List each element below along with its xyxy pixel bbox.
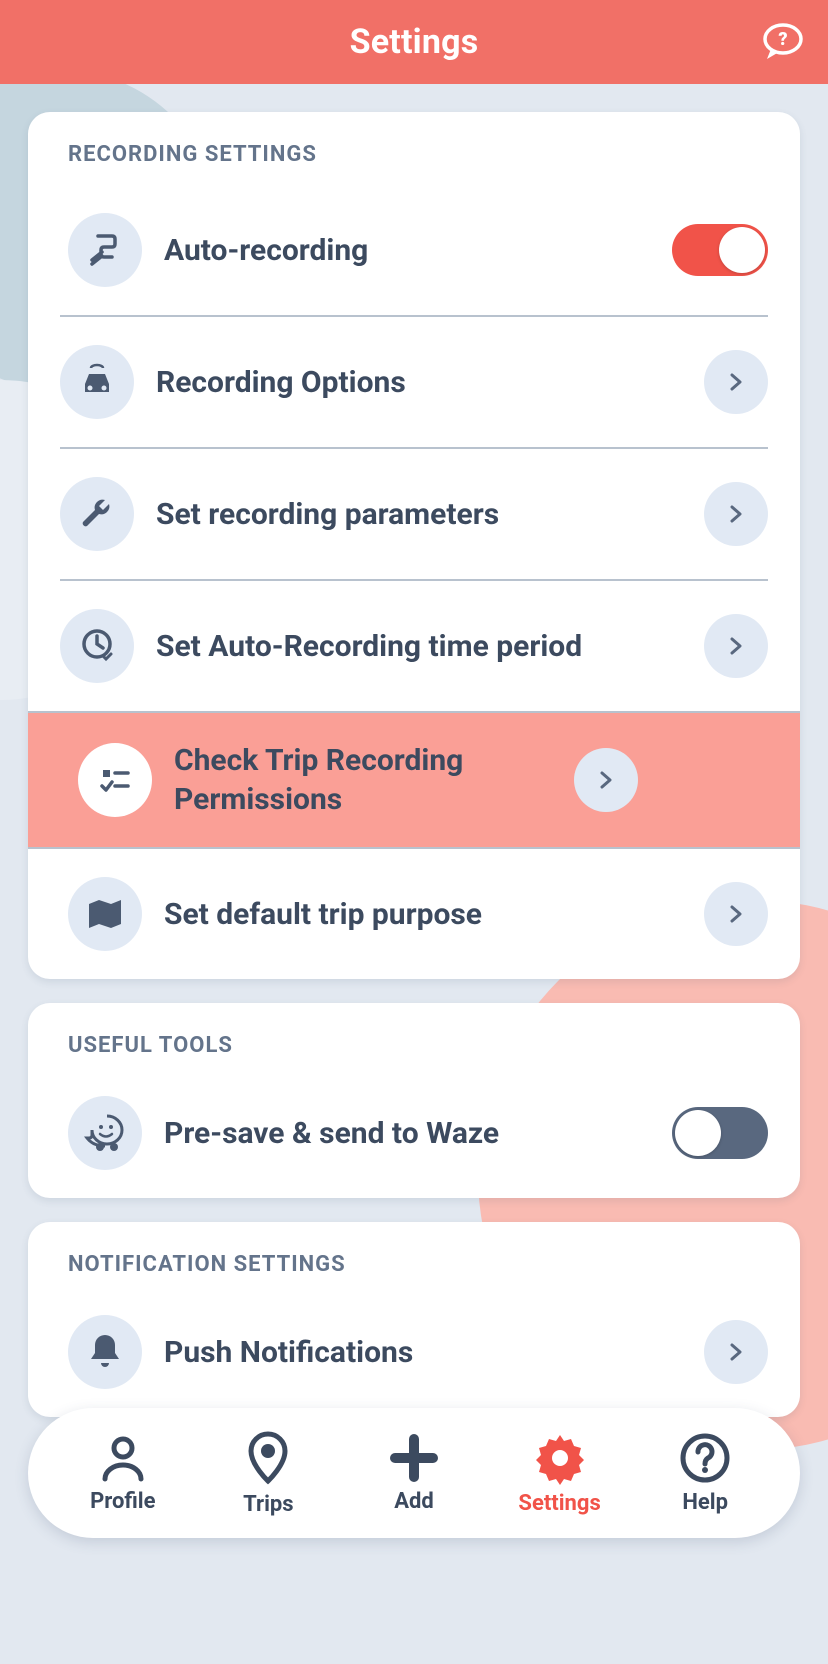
bottom-nav: Profile Trips Add Settings Help xyxy=(28,1408,800,1538)
nav-trips-label: Trips xyxy=(243,1492,293,1517)
auto-recording-row[interactable]: Auto-recording xyxy=(28,185,800,315)
auto-recording-label: Auto-recording xyxy=(164,231,672,270)
help-chat-button[interactable]: ? xyxy=(762,21,804,63)
section-title-recording: RECORDING SETTINGS xyxy=(28,112,800,185)
nav-settings-label: Settings xyxy=(518,1491,600,1516)
road-icon xyxy=(68,213,142,287)
app-header: Settings ? xyxy=(0,0,828,84)
presave-waze-toggle[interactable] xyxy=(672,1107,768,1159)
set-default-purpose-row[interactable]: Set default trip purpose xyxy=(28,847,800,979)
presave-waze-row[interactable]: Pre-save & send to Waze xyxy=(28,1068,800,1198)
nav-profile[interactable]: Profile xyxy=(63,1433,183,1514)
set-recording-params-row[interactable]: Set recording parameters xyxy=(60,447,768,579)
notification-settings-card: NOTIFICATION SETTINGS Push Notifications xyxy=(28,1222,800,1417)
page-title: Settings xyxy=(350,22,479,62)
auto-recording-toggle[interactable] xyxy=(672,224,768,276)
nav-settings[interactable]: Settings xyxy=(500,1431,620,1516)
chat-help-icon: ? xyxy=(763,23,803,61)
chevron-right-icon xyxy=(704,350,768,414)
car-icon xyxy=(60,345,134,419)
clock-check-icon xyxy=(60,609,134,683)
svg-text:?: ? xyxy=(778,29,787,50)
recording-options-label: Recording Options xyxy=(156,363,704,402)
recording-options-row[interactable]: Recording Options xyxy=(60,315,768,447)
chevron-right-icon xyxy=(574,748,638,812)
nav-trips[interactable]: Trips xyxy=(208,1430,328,1517)
presave-waze-label: Pre-save & send to Waze xyxy=(164,1114,672,1153)
chevron-right-icon xyxy=(704,882,768,946)
nav-add-label: Add xyxy=(394,1489,434,1514)
nav-help-label: Help xyxy=(682,1490,728,1515)
set-time-period-label: Set Auto-Recording time period xyxy=(156,627,704,666)
section-title-tools: USEFUL TOOLS xyxy=(28,1003,800,1068)
section-title-notifications: NOTIFICATION SETTINGS xyxy=(28,1222,800,1287)
check-permissions-label: Check Trip Recording Permissions xyxy=(174,741,574,819)
nav-profile-label: Profile xyxy=(90,1489,155,1514)
chevron-right-icon xyxy=(704,614,768,678)
gear-icon xyxy=(533,1431,587,1485)
set-time-period-row[interactable]: Set Auto-Recording time period xyxy=(60,579,768,711)
nav-help[interactable]: Help xyxy=(645,1432,765,1515)
recording-settings-card: RECORDING SETTINGS Auto-recording Record… xyxy=(28,112,800,979)
check-permissions-row[interactable]: Check Trip Recording Permissions xyxy=(28,711,800,847)
push-notifications-label: Push Notifications xyxy=(164,1333,704,1372)
push-notifications-row[interactable]: Push Notifications xyxy=(28,1287,800,1417)
set-default-purpose-label: Set default trip purpose xyxy=(164,895,704,934)
help-icon xyxy=(679,1432,731,1484)
plus-icon xyxy=(389,1433,439,1483)
wrench-icon xyxy=(60,477,134,551)
waze-icon xyxy=(68,1096,142,1170)
chevron-right-icon xyxy=(704,482,768,546)
profile-icon xyxy=(97,1433,149,1483)
set-recording-params-label: Set recording parameters xyxy=(156,495,704,534)
bell-icon xyxy=(68,1315,142,1389)
checklist-icon xyxy=(78,743,152,817)
map-icon xyxy=(68,877,142,951)
nav-add[interactable]: Add xyxy=(354,1433,474,1514)
chevron-right-icon xyxy=(704,1320,768,1384)
useful-tools-card: USEFUL TOOLS Pre-save & send to Waze xyxy=(28,1003,800,1198)
pin-icon xyxy=(244,1430,292,1486)
